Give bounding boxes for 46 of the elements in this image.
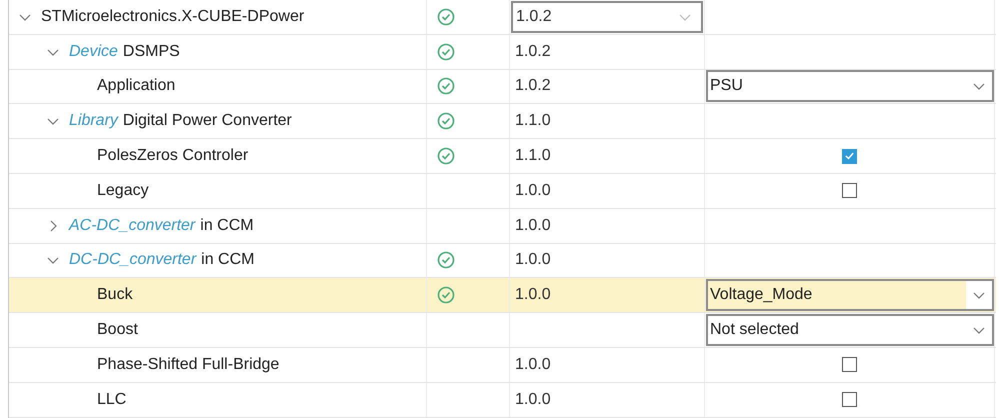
component-name: Application [97,77,176,96]
component-name: Buck [97,286,133,304]
tree-row[interactable]: AC-DC_converter in CCM 1.0.0 [9,208,996,244]
component-name: Phase-Shifted Full-Bridge [97,356,280,374]
version-text: 1.0.2 [514,77,551,96]
option-dropdown[interactable]: PSU [706,70,994,102]
version-dropdown[interactable]: 1.0.2 [511,0,703,33]
version-text: 1.1.0 [514,147,551,166]
checkbox[interactable] [842,183,857,198]
component-name: in CCM [201,251,254,270]
version-text: 1.0.0 [514,286,551,304]
tree-row[interactable]: Library Digital Power Converter 1.1.0 [9,104,996,140]
checkbox[interactable] [842,392,857,408]
component-name: Digital Power Converter [122,112,292,130]
component-name: in CCM [200,216,254,235]
category-label: DC-DC_converter [69,251,196,270]
tree-row[interactable]: Legacy 1.0.0 [9,174,996,209]
version-text: 1.1.0 [514,112,551,130]
component-name: STMicroelectronics.X-CUBE-DPower [41,8,304,26]
tree-row[interactable]: LLC 1.0.0 [9,382,996,418]
component-name: Legacy [97,182,149,200]
tree-row[interactable]: Phase-Shifted Full-Bridge 1.0.0 [9,348,996,383]
version-text: 1.0.0 [514,356,551,374]
component-name: Boost [97,321,138,340]
version-text: 1.0.0 [514,182,551,200]
category-label: Library [69,112,118,130]
tree-row[interactable]: Buck 1.0.0 Voltage_Mode [9,278,996,314]
option-dropdown[interactable]: Not selected [706,314,994,346]
component-name: LLC [97,390,126,409]
version-text: 1.0.0 [514,251,551,270]
component-name: PolesZeros Controler [97,147,248,166]
checkbox[interactable] [842,357,857,372]
tree-row[interactable]: PolesZeros Controler 1.1.0 [9,139,996,174]
category-label: Device [69,42,118,61]
version-text: 1.0.2 [514,42,551,61]
tree-row[interactable]: Device DSMPS 1.0.2 [9,34,996,70]
checkbox[interactable] [842,148,857,164]
tree-row[interactable]: Application 1.0.2 PSU [9,70,996,104]
version-text: 1.0.0 [514,216,551,235]
tree-row[interactable]: STMicroelectronics.X-CUBE-DPower 1.0.2 [9,0,996,35]
component-name: DSMPS [122,42,180,61]
category-label: AC-DC_converter [69,216,196,235]
tree-row[interactable]: DC-DC_converter in CCM 1.0.0 [9,244,996,278]
tree-row[interactable]: Boost Not selected [9,313,996,348]
option-dropdown[interactable]: Voltage_Mode [706,279,994,312]
version-text: 1.0.0 [514,390,551,409]
